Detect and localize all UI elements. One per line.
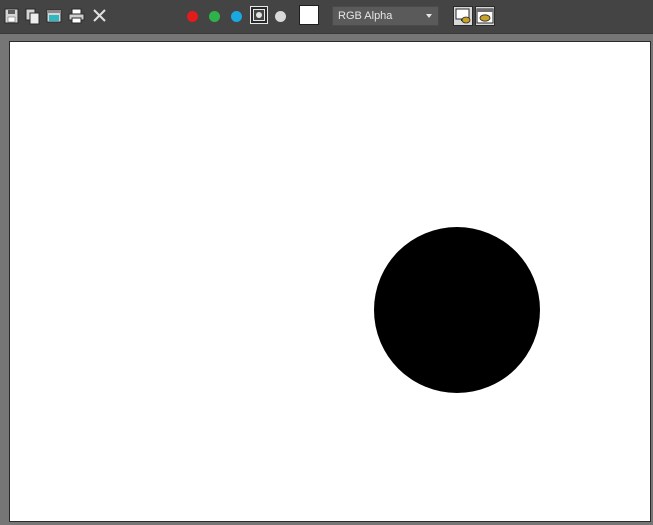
monitor-teapot-icon bbox=[455, 8, 471, 24]
monochrome-toggle[interactable] bbox=[275, 11, 286, 22]
blue-channel-toggle[interactable] bbox=[231, 11, 242, 22]
alpha-icon bbox=[253, 9, 265, 21]
alpha-channel-toggle[interactable] bbox=[250, 6, 268, 24]
save-icon[interactable] bbox=[3, 7, 20, 25]
frame-buffer-toolbar: RGB Alpha bbox=[0, 0, 653, 34]
green-channel-toggle[interactable] bbox=[209, 11, 220, 22]
channel-display-value: RGB Alpha bbox=[338, 10, 393, 22]
clone-window-icon[interactable] bbox=[46, 7, 63, 25]
print-icon[interactable] bbox=[68, 7, 85, 25]
clear-icon[interactable] bbox=[91, 7, 108, 25]
window-teapot-icon bbox=[476, 8, 494, 24]
rendered-image-canvas[interactable] bbox=[9, 41, 651, 522]
red-channel-toggle[interactable] bbox=[187, 11, 198, 22]
render-settings-button[interactable] bbox=[475, 6, 495, 26]
copy-icon[interactable] bbox=[24, 7, 41, 25]
color-swatch[interactable] bbox=[299, 5, 319, 25]
render-window-button[interactable] bbox=[453, 6, 473, 26]
channel-display-dropdown[interactable]: RGB Alpha bbox=[332, 6, 439, 26]
chevron-down-icon bbox=[426, 14, 432, 18]
rendered-sphere bbox=[374, 227, 540, 393]
render-viewport bbox=[0, 34, 653, 525]
